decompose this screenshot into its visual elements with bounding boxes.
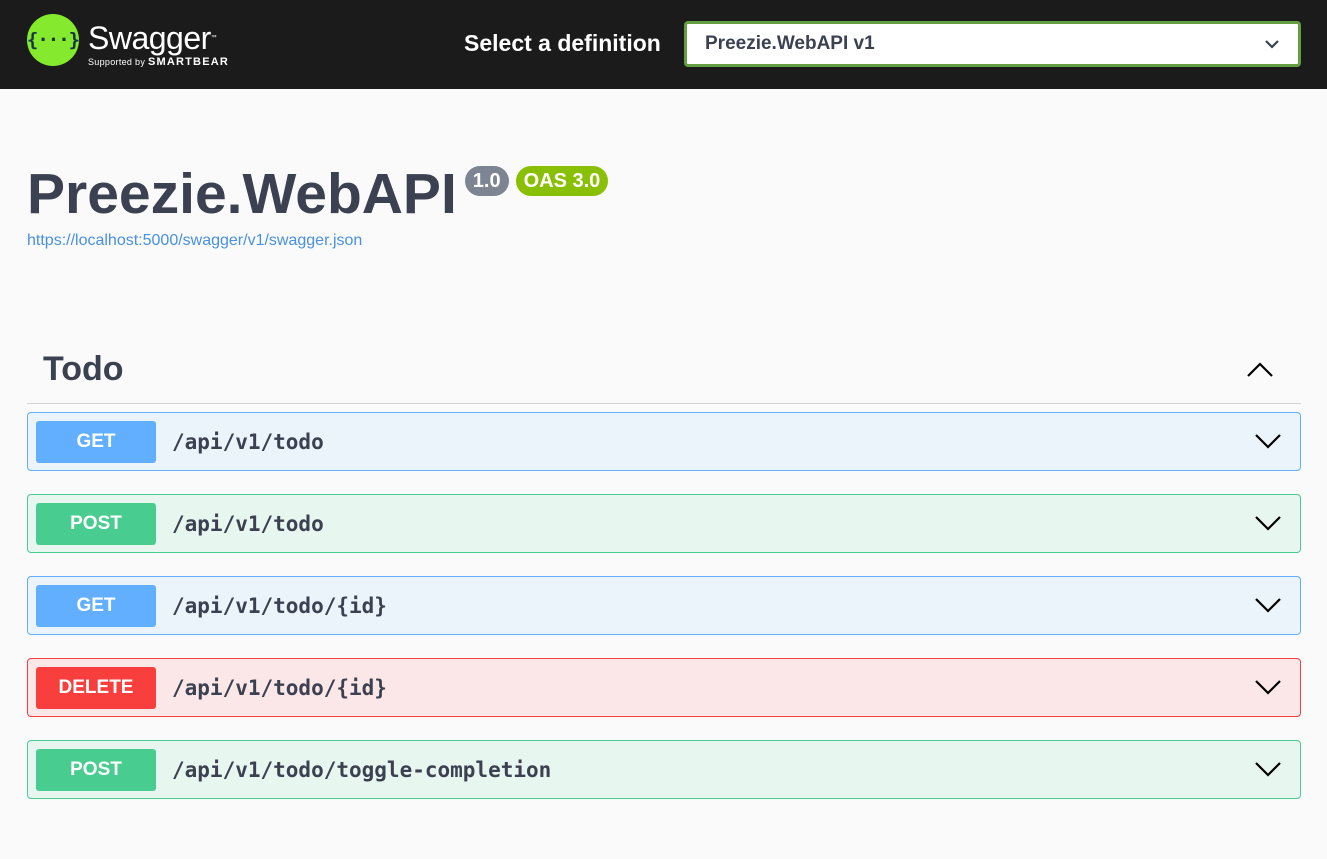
definition-select[interactable]: Preezie.WebAPI v1 (684, 21, 1301, 67)
method-badge: GET (36, 584, 156, 627)
definition-selected-value: Preezie.WebAPI v1 (705, 33, 875, 54)
chevron-down-icon[interactable] (1254, 514, 1282, 532)
definition-label: Select a definition (464, 30, 661, 56)
logo-supported-text: Supported by (88, 57, 146, 67)
chevron-down-icon (1265, 40, 1279, 49)
operation-path: /api/v1/todo/{id} (172, 675, 387, 700)
chevron-up-icon[interactable] (1245, 361, 1275, 379)
swagger-logo-icon: {···} (26, 14, 80, 66)
logo-company: SMARTBEAR (147, 56, 230, 68)
page-title: Preezie.WebAPI (27, 162, 457, 226)
operation-get-todo-id[interactable]: GET /api/v1/todo/{id} (27, 576, 1301, 635)
chevron-down-icon[interactable] (1254, 432, 1282, 450)
logo-glyph: {···} (26, 29, 80, 51)
method-badge: GET (36, 420, 156, 463)
operation-path: /api/v1/todo (172, 511, 324, 536)
chevron-down-icon[interactable] (1254, 678, 1282, 696)
logo-trademark: ™ (210, 35, 217, 41)
api-info: Preezie.WebAPI 1.0 OAS 3.0 https://local… (27, 162, 609, 250)
topbar: {···} Swagger™ Supported by SMARTBEAR Se… (0, 0, 1327, 89)
chevron-down-icon[interactable] (1254, 596, 1282, 614)
logo-supported-by: Supported by SMARTBEAR (88, 56, 229, 68)
chevron-down-icon[interactable] (1254, 760, 1282, 778)
title-row: Preezie.WebAPI 1.0 OAS 3.0 (27, 162, 609, 226)
method-badge: DELETE (36, 666, 156, 709)
method-badge: POST (36, 748, 156, 791)
operation-path: /api/v1/todo/{id} (172, 593, 387, 618)
operations-list: GET /api/v1/todo POST /api/v1/todo GET /… (27, 412, 1301, 799)
operation-delete-todo-id[interactable]: DELETE /api/v1/todo/{id} (27, 658, 1301, 717)
tag-section-todo: Todo GET /api/v1/todo POST /api/v1/todo … (27, 336, 1301, 822)
tag-name: Todo (43, 350, 124, 388)
operation-post-toggle-completion[interactable]: POST /api/v1/todo/toggle-completion (27, 740, 1301, 799)
version-badge: 1.0 (464, 166, 509, 196)
tag-header[interactable]: Todo (27, 336, 1301, 404)
logo-name-text: Swagger (88, 20, 211, 56)
logo-name: Swagger™ (88, 22, 229, 54)
swagger-logo[interactable]: {···} Swagger™ Supported by SMARTBEAR (27, 14, 229, 68)
operation-get-todo[interactable]: GET /api/v1/todo (27, 412, 1301, 471)
method-badge: POST (36, 502, 156, 545)
logo-text: Swagger™ Supported by SMARTBEAR (88, 14, 229, 68)
operation-path: /api/v1/todo/toggle-completion (172, 757, 552, 782)
operation-path: /api/v1/todo (172, 429, 324, 454)
operation-post-todo[interactable]: POST /api/v1/todo (27, 494, 1301, 553)
oas-badge: OAS 3.0 (515, 166, 609, 196)
spec-url-link[interactable]: https://localhost:5000/swagger/v1/swagge… (27, 232, 608, 250)
